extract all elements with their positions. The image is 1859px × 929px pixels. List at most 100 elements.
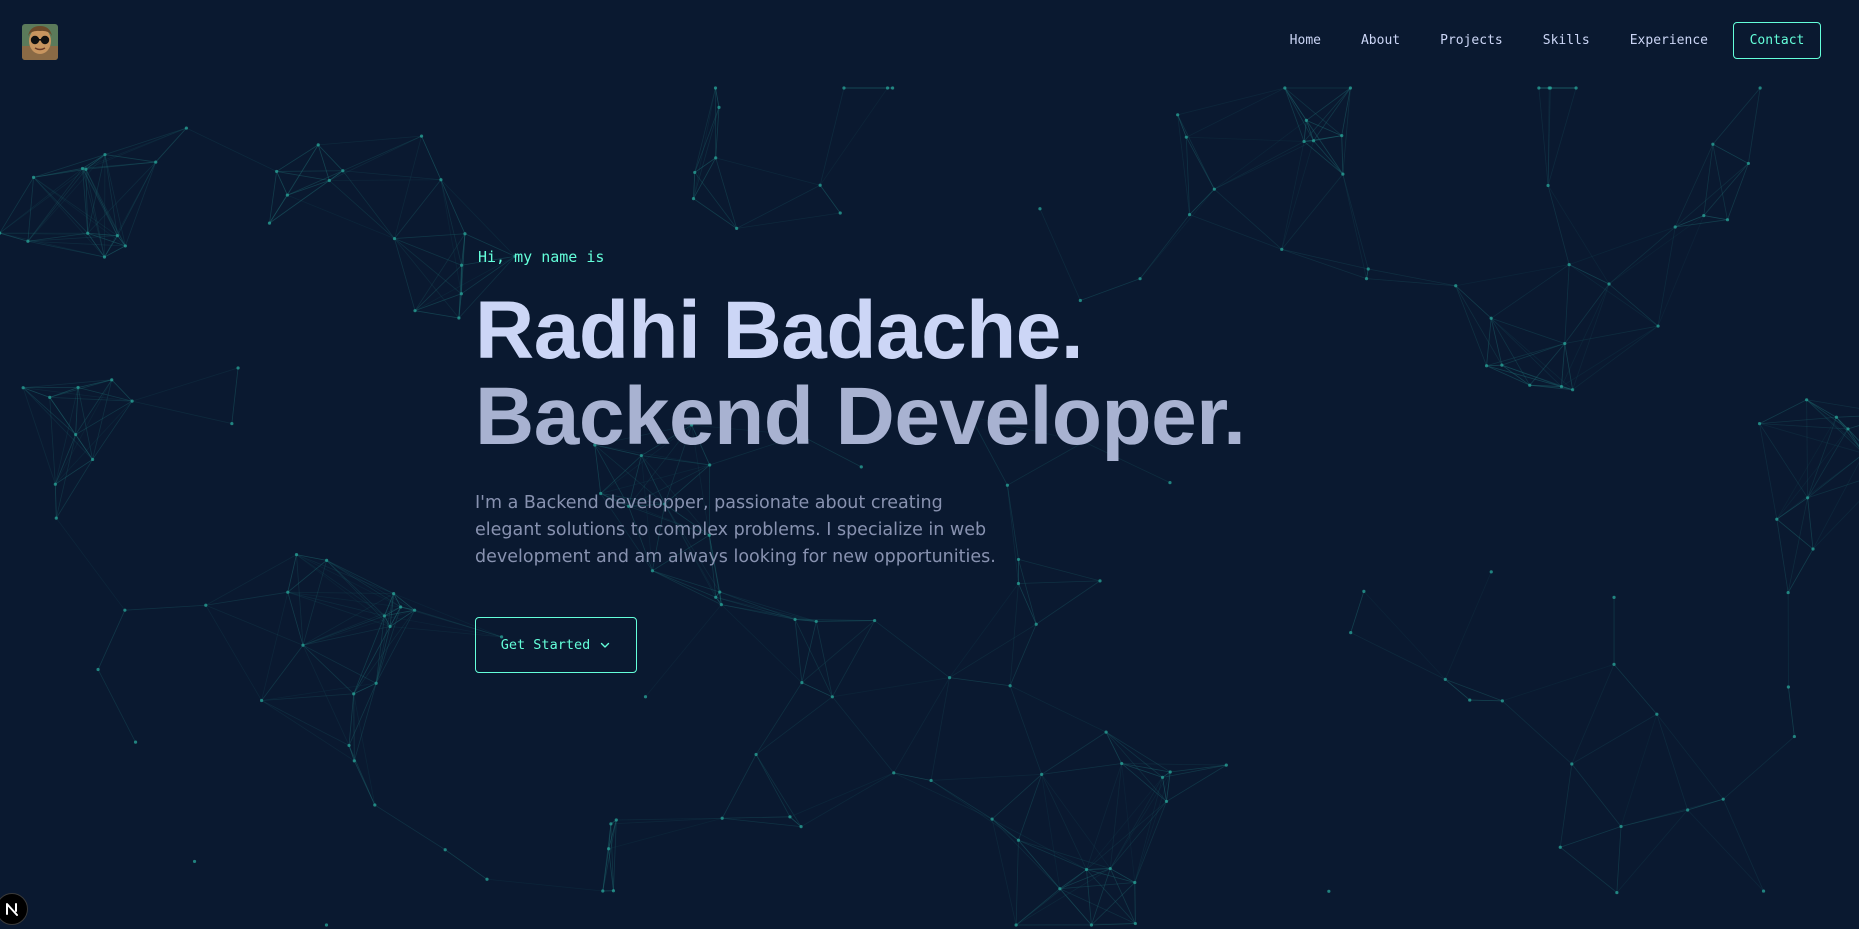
network-node (1283, 86, 1287, 90)
network-link (1564, 343, 1574, 390)
network-link (1722, 799, 1764, 892)
network-link (1342, 87, 1351, 175)
network-node (54, 516, 58, 520)
network-link (1759, 423, 1859, 453)
network-node (84, 167, 88, 171)
network-node (800, 681, 804, 685)
network-link (296, 554, 401, 608)
network-link (1759, 423, 1778, 520)
network-link (1561, 283, 1610, 387)
network-node (1615, 890, 1619, 895)
network-node (1443, 677, 1447, 681)
network-link (1121, 763, 1136, 883)
network-node (1168, 770, 1172, 774)
network-node (1805, 398, 1809, 402)
network-node (1655, 712, 1659, 716)
network-link (394, 238, 462, 295)
network-node (1702, 213, 1706, 218)
network-link (1455, 285, 1487, 366)
network-link (1313, 87, 1351, 141)
network-node (1786, 685, 1790, 689)
network-link (1445, 679, 1503, 702)
network-link (261, 693, 354, 701)
network-node (1040, 772, 1044, 777)
main-nav: Home About Projects Skills Experience Co… (1290, 22, 1821, 59)
network-link (949, 677, 1011, 687)
network-node (259, 698, 264, 703)
network-node (1792, 734, 1796, 739)
network-node (714, 156, 718, 160)
network-link (1086, 869, 1136, 924)
network-link (276, 144, 319, 172)
network-link (1445, 679, 1470, 701)
network-link (302, 645, 350, 746)
network-node (892, 771, 896, 775)
network-node (788, 815, 792, 819)
network-link (1186, 136, 1305, 142)
network-link (1568, 264, 1659, 327)
network-link (348, 693, 355, 746)
network-link (1703, 163, 1749, 216)
network-node (204, 603, 208, 607)
network-link (1281, 140, 1314, 250)
network-node (382, 614, 387, 618)
network-node (929, 778, 933, 783)
network-link (1787, 548, 1814, 593)
network-node (1327, 889, 1331, 893)
network-node (1008, 684, 1012, 688)
network-link (353, 609, 415, 695)
network-node (720, 816, 724, 820)
network-link (1616, 809, 1688, 893)
network-link (1490, 317, 1573, 391)
network-link (1170, 764, 1227, 773)
network-link (348, 745, 376, 806)
network-node (352, 692, 356, 696)
avatar-logo-icon[interactable] (22, 24, 58, 60)
network-link (1134, 771, 1171, 883)
nav-link-home[interactable]: Home (1290, 33, 1321, 48)
network-node (96, 667, 100, 672)
network-node (754, 752, 758, 757)
network-node (735, 226, 739, 231)
network-node (1468, 698, 1472, 702)
network-link (414, 293, 462, 312)
nav-link-skills[interactable]: Skills (1543, 33, 1590, 48)
network-link (832, 677, 950, 698)
network-node (1016, 838, 1021, 842)
network-link (302, 644, 354, 695)
network-node (294, 553, 299, 557)
nav-link-about[interactable]: About (1361, 33, 1400, 48)
nav-link-experience[interactable]: Experience (1630, 33, 1708, 48)
network-link (1303, 135, 1342, 142)
network-node (1811, 547, 1815, 551)
network-link (1041, 774, 1061, 889)
network-node (1761, 889, 1766, 893)
network-link (1812, 461, 1859, 550)
network-node (990, 817, 994, 821)
network-node (53, 482, 57, 486)
network-link (1109, 801, 1167, 869)
network-node (1104, 730, 1108, 734)
network-link (1015, 888, 1061, 926)
network-link (269, 171, 278, 224)
network-link (1572, 283, 1610, 390)
network-node (1212, 187, 1216, 191)
network-link (1341, 87, 1351, 136)
get-started-button[interactable]: Get Started (475, 617, 637, 673)
contact-button[interactable]: Contact (1733, 22, 1821, 59)
network-node (341, 169, 345, 173)
network-link (276, 170, 343, 172)
network-link (715, 157, 821, 186)
network-node (611, 889, 616, 893)
network-link (1571, 763, 1622, 827)
network-link (1712, 143, 1749, 164)
network-link (1469, 699, 1503, 702)
network-link (1613, 664, 1658, 715)
network-node (1612, 595, 1616, 600)
network-link (1490, 264, 1570, 319)
nav-link-projects[interactable]: Projects (1440, 33, 1503, 48)
network-link (287, 591, 385, 617)
network-node (392, 591, 396, 596)
network-link (92, 400, 133, 460)
network-link (819, 87, 888, 186)
